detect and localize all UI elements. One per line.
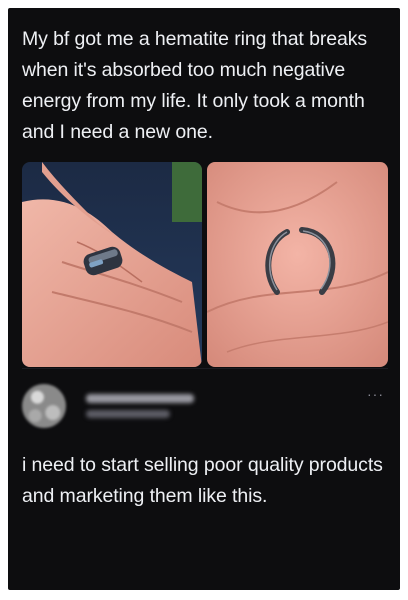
ellipsis-icon[interactable]: ··· [367,386,384,402]
broken-ring-in-palm-photo[interactable] [207,162,388,367]
post-screen: My bf got me a hematite ring that breaks… [8,8,400,590]
broken-ring-image [207,162,388,367]
avatar[interactable] [22,384,66,428]
author-name-redacted [86,394,194,403]
post-text: My bf got me a hematite ring that breaks… [22,28,368,143]
reply-text: i need to start selling poor quality pro… [22,454,383,507]
hand-with-ring-image [22,162,202,367]
hand-with-ring-photo[interactable] [22,162,202,367]
reply-author-row[interactable]: ··· [22,378,388,438]
divider [22,368,388,369]
author-handle-redacted [86,410,170,418]
